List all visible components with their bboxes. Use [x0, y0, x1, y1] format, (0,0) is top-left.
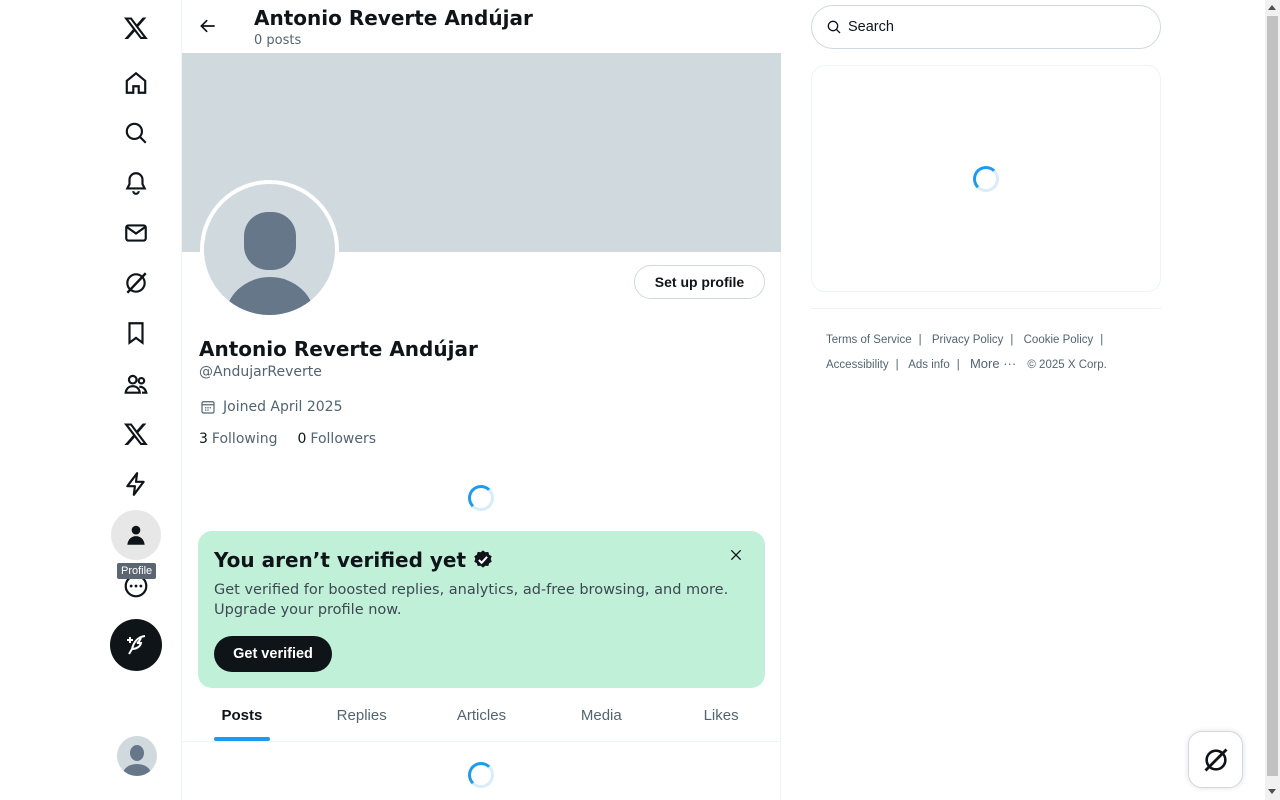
scroll-up-arrow[interactable]	[1268, 5, 1276, 10]
sidebar-divider	[811, 308, 1161, 309]
communities-icon[interactable]	[111, 359, 161, 409]
compose-post-button[interactable]	[110, 619, 162, 671]
followers-count: 0	[297, 431, 307, 447]
footer-more-link[interactable]: More ···	[970, 356, 1016, 371]
follow-stats: 3 Following 0 Followers	[199, 431, 376, 447]
footer-copyright: © 2025 X Corp.	[1027, 359, 1107, 371]
header-title: Antonio Reverte Andújar	[254, 6, 533, 30]
joined-date: Joined April 2025	[199, 398, 343, 416]
tab-likes[interactable]: Likes	[661, 689, 781, 741]
x-logo-icon[interactable]	[111, 3, 161, 53]
footer-ads-info-link[interactable]: Ads info	[908, 359, 950, 371]
close-icon[interactable]	[726, 545, 746, 565]
profile-handle: @AndujarReverte	[199, 364, 322, 380]
footer-terms-link[interactable]: Terms of Service	[826, 334, 912, 346]
verification-prompt-card: You aren’t verified yet Get verified for…	[198, 531, 765, 688]
account-avatar[interactable]	[117, 736, 157, 776]
tab-media[interactable]: Media	[541, 689, 661, 741]
search-input[interactable]	[848, 19, 1138, 35]
sidebar-card	[811, 65, 1161, 292]
search-box[interactable]	[811, 5, 1161, 49]
scroll-down-arrow[interactable]	[1268, 789, 1276, 794]
grok-floating-button[interactable]	[1188, 731, 1243, 788]
profile-avatar[interactable]	[200, 180, 339, 319]
profile-icon[interactable]	[111, 510, 161, 560]
verify-title-text: You aren’t verified yet	[214, 548, 467, 572]
followers-link[interactable]: 0 Followers	[298, 431, 377, 447]
feed-loading-spinner	[468, 762, 494, 788]
following-count: 3	[199, 431, 208, 447]
premium-icon[interactable]	[111, 409, 161, 459]
profile-tabs: Posts Replies Articles Media Likes	[182, 689, 781, 742]
tab-replies[interactable]: Replies	[302, 689, 422, 741]
bookmarks-icon[interactable]	[111, 308, 161, 358]
footer-accessibility-link[interactable]: Accessibility	[826, 359, 889, 371]
sidebar-loading-spinner	[973, 166, 999, 192]
following-label: Following	[211, 431, 278, 447]
profile-header-bar: Antonio Reverte Andújar 0 posts	[182, 0, 781, 53]
footer-privacy-link[interactable]: Privacy Policy	[932, 334, 1004, 346]
search-icon	[827, 20, 841, 34]
verify-card-title: You aren’t verified yet	[214, 548, 494, 572]
profile-tooltip: Profile	[117, 563, 157, 579]
grok-icon[interactable]	[111, 258, 161, 308]
page-scrollbar[interactable]	[1265, 0, 1280, 800]
scrollbar-thumb[interactable]	[1267, 16, 1278, 776]
verified-badge-icon	[474, 550, 492, 568]
notifications-icon[interactable]	[111, 158, 161, 208]
loading-spinner	[468, 485, 494, 511]
set-up-profile-button[interactable]: Set up profile	[634, 265, 765, 299]
sidebar-footer: Terms of Service | Privacy Policy | Cookie…	[826, 334, 1107, 371]
get-verified-button[interactable]: Get verified	[214, 636, 332, 672]
tab-articles[interactable]: Articles	[422, 689, 542, 741]
profile-display-name: Antonio Reverte Andújar	[199, 337, 478, 361]
profile-main-column: Antonio Reverte Andújar 0 posts Set up p…	[181, 0, 781, 800]
footer-cookie-link[interactable]: Cookie Policy	[1024, 334, 1094, 346]
explore-icon[interactable]	[111, 108, 161, 158]
header-post-count: 0 posts	[254, 33, 302, 48]
left-navigation: Profile	[0, 0, 182, 800]
following-link[interactable]: 3 Following	[199, 431, 278, 447]
followers-label: Followers	[310, 431, 376, 447]
home-icon[interactable]	[111, 58, 161, 108]
back-button[interactable]	[194, 12, 222, 40]
arrow-left-icon	[200, 19, 215, 33]
grok-icon	[1204, 748, 1227, 771]
messages-icon[interactable]	[111, 208, 161, 258]
compose-feather-icon	[127, 635, 146, 655]
joined-label: Joined April 2025	[223, 399, 343, 415]
verified-orgs-icon[interactable]	[111, 459, 161, 509]
verify-card-body: Get verified for boosted replies, analyt…	[214, 582, 729, 618]
tab-posts[interactable]: Posts	[182, 689, 302, 741]
calendar-icon	[201, 401, 215, 414]
